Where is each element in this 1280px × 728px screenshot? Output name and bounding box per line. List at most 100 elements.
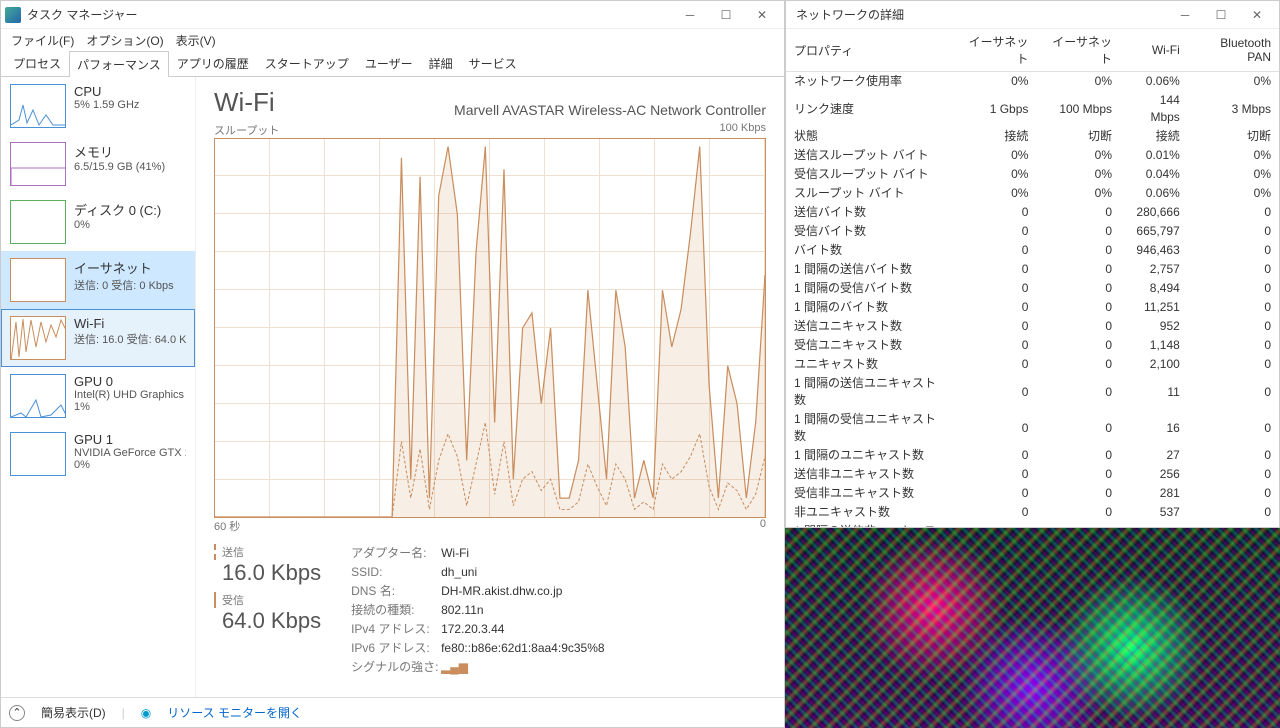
table-row[interactable]: 受信ユニキャスト数001,1480 (786, 336, 1279, 355)
recv-label: 受信 (214, 592, 321, 608)
sidebar-item-title: ディスク 0 (C:) (74, 200, 186, 219)
thumb-icon (10, 432, 66, 476)
chart-label-throughput: スループット (214, 122, 279, 138)
titlebar[interactable]: タスク マネージャー ─ ☐ ✕ (1, 1, 784, 29)
table-row[interactable]: 1 間隔のバイト数0011,2510 (786, 298, 1279, 317)
adapter-props: アダプター名:Wi-FiSSID:dh_uniDNS 名:DH-MR.akist… (351, 544, 604, 677)
minimize-button[interactable]: ─ (1167, 3, 1203, 27)
col-header[interactable]: Bluetooth PAN (1188, 29, 1279, 72)
sidebar-item-[interactable]: メモリ 6.5/15.9 GB (41%) (1, 135, 195, 193)
chart-label-max: 100 Kbps (720, 122, 766, 138)
sidebar-item-sub: 5% 1.59 GHz (74, 99, 186, 111)
tab-6[interactable]: サービス (461, 50, 525, 76)
send-label: 送信 (214, 544, 321, 560)
sidebar-item-title: メモリ (74, 142, 186, 161)
window-title: タスク マネージャー (27, 6, 672, 23)
minimize-button[interactable]: ─ (672, 3, 708, 27)
table-row[interactable]: リンク速度1 Gbps100 Mbps144 Mbps3 Mbps (786, 91, 1279, 127)
menubar: ファイル(F) オプション(O) 表示(V) (1, 29, 784, 51)
prop-val: DH-MR.akist.dhw.co.jp (441, 582, 562, 601)
perf-sidebar: CPU 5% 1.59 GHz メモリ 6.5/15.9 GB (41%) ディ… (1, 77, 196, 697)
table-row[interactable]: 1 間隔の受信バイト数008,4940 (786, 279, 1279, 298)
table-row[interactable]: ネットワーク使用率0%0%0.06%0% (786, 72, 1279, 92)
tab-1[interactable]: パフォーマンス (69, 51, 169, 77)
sidebar-item-title: イーサネット (74, 258, 186, 277)
network-details-window: ネットワークの詳細 ─ ☐ ✕ プロパティイーサネットイーサネットWi-FiBl… (785, 0, 1280, 528)
thumb-icon (10, 374, 66, 418)
prop-val: 172.20.3.44 (441, 620, 504, 639)
table-row[interactable]: ユニキャスト数002,1000 (786, 355, 1279, 374)
close-button[interactable]: ✕ (1239, 3, 1275, 27)
menu-options[interactable]: オプション(O) (82, 30, 167, 51)
detail-title: Wi-Fi (214, 87, 275, 118)
sidebar-item-title: Wi-Fi (74, 316, 186, 331)
table-row[interactable]: スループット バイト0%0%0.06%0% (786, 184, 1279, 203)
table-row[interactable]: 送信ユニキャスト数009520 (786, 317, 1279, 336)
maximize-button[interactable]: ☐ (708, 3, 744, 27)
tab-0[interactable]: プロセス (5, 50, 69, 76)
table-row[interactable]: 受信非ユニキャスト数002810 (786, 484, 1279, 503)
thumb-icon (10, 142, 66, 186)
resource-monitor-icon: ◉ (141, 706, 151, 720)
sidebar-item-[interactable]: イーサネット 送信: 0 受信: 0 Kbps (1, 251, 195, 309)
chart-label-zero: 0 (760, 518, 766, 534)
sidebar-item-sub: 送信: 16.0 受信: 64.0 Kbps (74, 331, 186, 347)
table-row[interactable]: 受信バイト数00665,7970 (786, 222, 1279, 241)
table-row[interactable]: 状態接続切断接続切断 (786, 127, 1279, 146)
table-row[interactable]: 1 間隔の受信ユニキャスト数00160 (786, 410, 1279, 446)
sidebar-item-title: CPU (74, 84, 186, 99)
menu-view[interactable]: 表示(V) (172, 30, 220, 51)
tab-2[interactable]: アプリの履歴 (169, 50, 257, 76)
table-row[interactable]: 1 間隔のユニキャスト数00270 (786, 446, 1279, 465)
thumb-icon (10, 316, 66, 360)
sidebar-item-title: GPU 0 (74, 374, 186, 389)
sidebar-item-gpu1[interactable]: GPU 1 NVIDIA GeForce GTX 10 0% (1, 425, 195, 483)
sidebar-item-gpu0[interactable]: GPU 0 Intel(R) UHD Graphics 6 1% (1, 367, 195, 425)
sidebar-item-sub: 6.5/15.9 GB (41%) (74, 161, 186, 173)
sidebar-item-cpu[interactable]: CPU 5% 1.59 GHz (1, 77, 195, 135)
fewer-details-button[interactable]: 簡易表示(D) (41, 704, 106, 721)
open-resource-monitor-link[interactable]: リソース モニターを開く (167, 704, 302, 721)
table-row[interactable]: 1 間隔の送信ユニキャスト数00110 (786, 374, 1279, 410)
prop-key: 接続の種類: (351, 601, 441, 620)
titlebar[interactable]: ネットワークの詳細 ─ ☐ ✕ (786, 1, 1279, 29)
table-row[interactable]: 1 間隔の送信バイト数002,7570 (786, 260, 1279, 279)
prop-key: IPv4 アドレス: (351, 620, 441, 639)
menu-file[interactable]: ファイル(F) (7, 30, 78, 51)
maximize-button[interactable]: ☐ (1203, 3, 1239, 27)
prop-key: DNS 名: (351, 582, 441, 601)
prop-key: アダプター名: (351, 544, 441, 563)
table-row[interactable]: 送信非ユニキャスト数002560 (786, 465, 1279, 484)
col-header[interactable]: Wi-Fi (1120, 29, 1188, 72)
table-row[interactable]: 送信スループット バイト0%0%0.01%0% (786, 146, 1279, 165)
chart-label-duration: 60 秒 (214, 518, 240, 534)
window-title: ネットワークの詳細 (790, 6, 1167, 23)
table-row[interactable]: 非ユニキャスト数005370 (786, 503, 1279, 522)
adapter-name: Marvell AVASTAR Wireless-AC Network Cont… (454, 102, 766, 118)
throughput-chart[interactable] (214, 138, 766, 518)
sidebar-item-wifi[interactable]: Wi-Fi 送信: 16.0 受信: 64.0 Kbps (1, 309, 195, 367)
tabbar: プロセスパフォーマンスアプリの履歴スタートアップユーザー詳細サービス (1, 51, 784, 77)
col-header[interactable]: イーサネット (953, 29, 1037, 72)
send-value: 16.0 Kbps (214, 560, 321, 586)
statusbar: ⌃ 簡易表示(D) | ◉ リソース モニターを開く (1, 697, 784, 727)
tab-3[interactable]: スタートアップ (257, 50, 357, 76)
close-button[interactable]: ✕ (744, 3, 780, 27)
table-row[interactable]: 受信スループット バイト0%0%0.04%0% (786, 165, 1279, 184)
perf-detail: Wi-Fi Marvell AVASTAR Wireless-AC Networ… (196, 77, 784, 697)
table-row[interactable]: 送信バイト数00280,6660 (786, 203, 1279, 222)
table-row[interactable]: 1 間隔の送信非ユニキャスト数0000 (786, 522, 1279, 527)
tab-5[interactable]: 詳細 (421, 50, 461, 76)
sidebar-item-sub: 送信: 0 受信: 0 Kbps (74, 277, 186, 293)
prop-key: SSID: (351, 563, 441, 582)
chevron-up-icon[interactable]: ⌃ (9, 705, 25, 721)
tab-4[interactable]: ユーザー (357, 50, 421, 76)
task-manager-window: タスク マネージャー ─ ☐ ✕ ファイル(F) オプション(O) 表示(V) … (0, 0, 785, 728)
table-row[interactable]: バイト数00946,4630 (786, 241, 1279, 260)
sidebar-item-sub: NVIDIA GeForce GTX 10 (74, 447, 186, 459)
prop-val: dh_uni (441, 563, 477, 582)
col-header[interactable]: イーサネット (1036, 29, 1120, 72)
network-table[interactable]: プロパティイーサネットイーサネットWi-FiBluetooth PANネットワー… (786, 29, 1279, 527)
sidebar-item-0c[interactable]: ディスク 0 (C:) 0% (1, 193, 195, 251)
col-header[interactable]: プロパティ (786, 29, 953, 72)
